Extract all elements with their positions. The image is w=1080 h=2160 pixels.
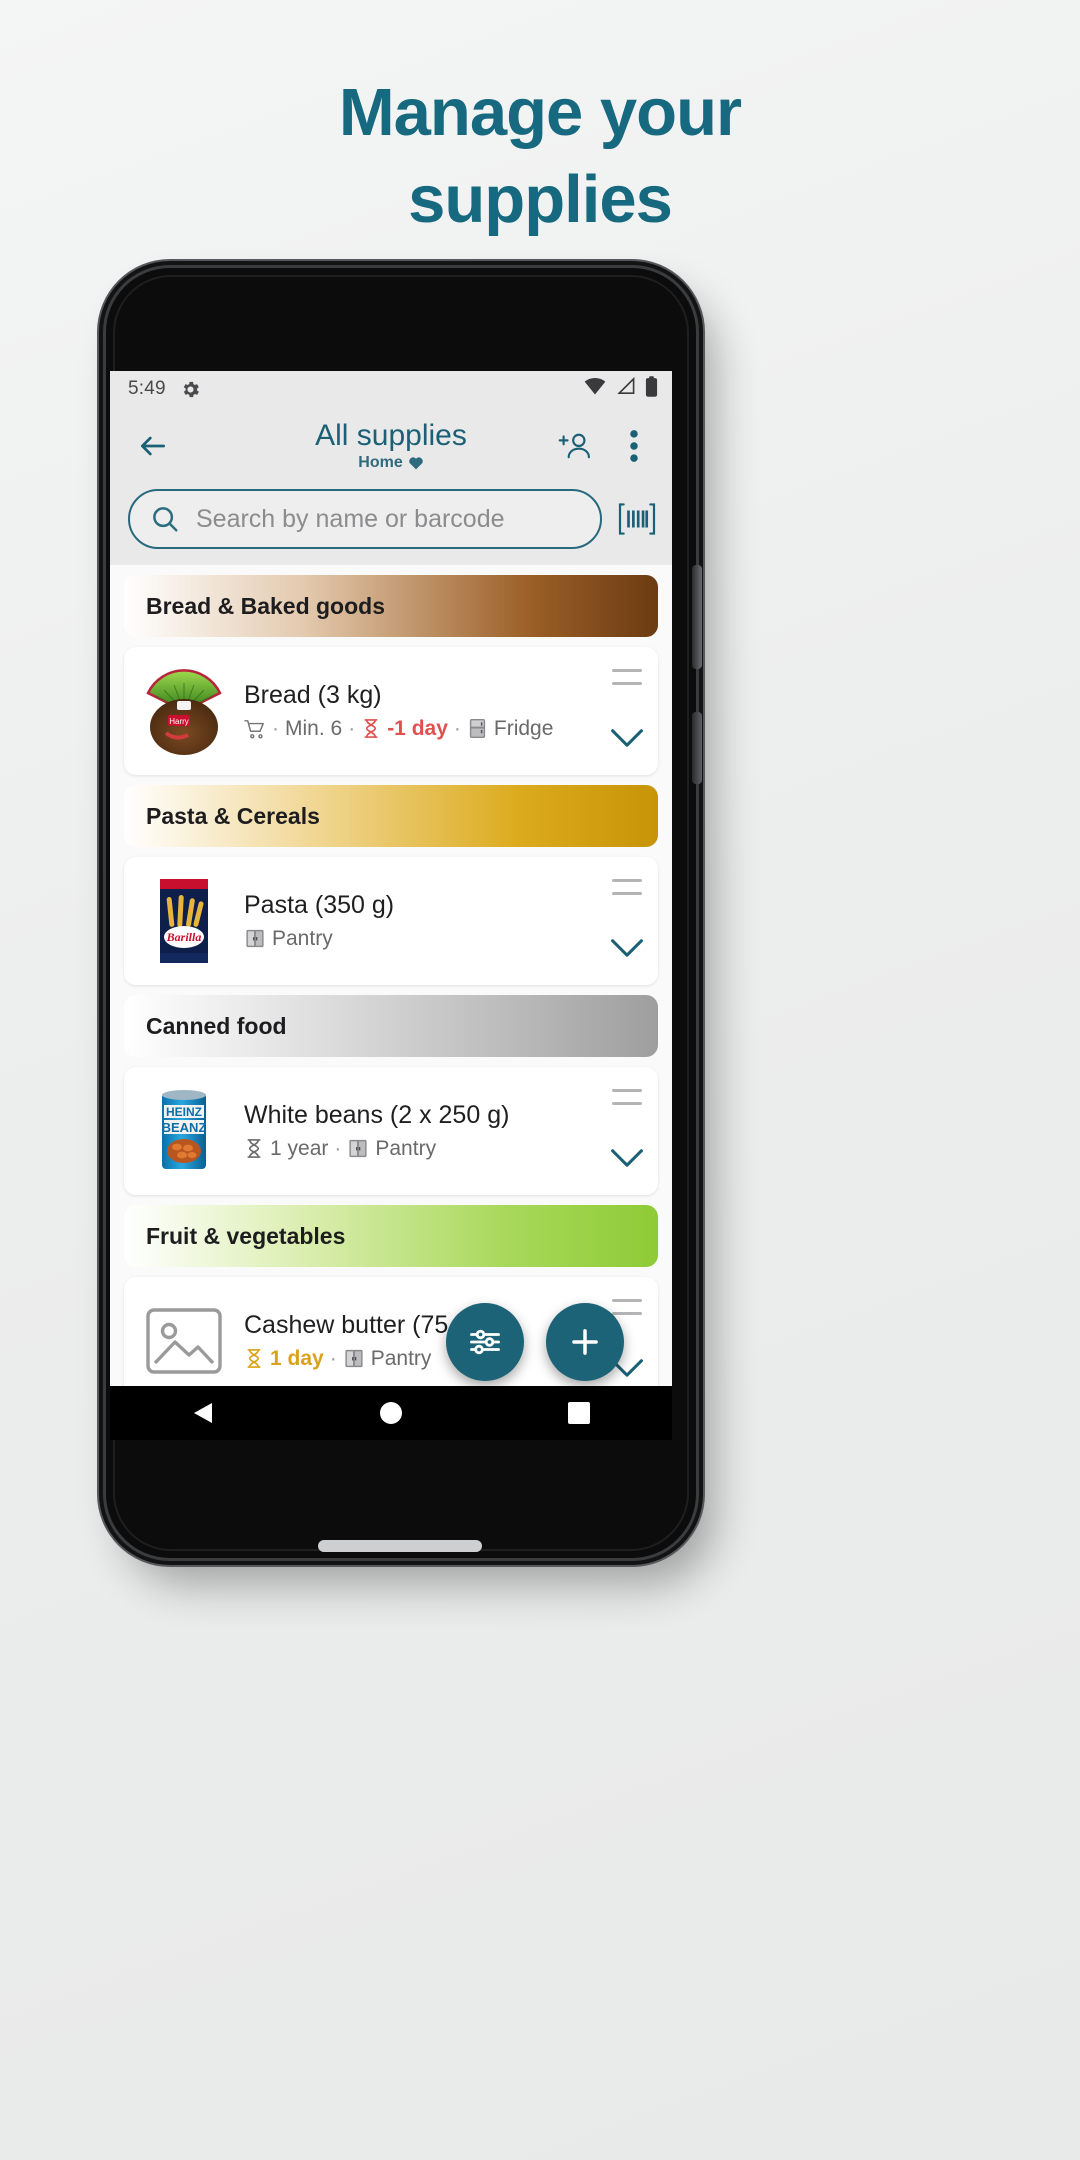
status-icons [584, 375, 658, 403]
item-info: Bread (3 kg) · Min. 6 · -1 day · Fridge [244, 681, 604, 741]
add-person-icon[interactable] [554, 424, 598, 468]
svg-text:Barilla: Barilla [166, 930, 202, 944]
item-min-stock: Min. 6 [285, 716, 343, 740]
filter-fab[interactable] [446, 1303, 524, 1381]
svg-text:HEINZ: HEINZ [166, 1105, 202, 1119]
item-due: -1 day [387, 716, 448, 740]
status-time: 5:49 [128, 378, 166, 399]
back-button[interactable] [130, 423, 176, 469]
android-nav-bar [110, 1386, 672, 1440]
gear-icon [180, 379, 201, 400]
pantry-icon [246, 930, 264, 948]
phone-bottom-edge [318, 1540, 482, 1552]
item-location: Pantry [370, 1346, 432, 1370]
drag-handle-icon[interactable] [612, 669, 642, 685]
promo-line-2: supplies [408, 162, 673, 238]
item-name: Bread (3 kg) [244, 681, 382, 710]
item-thumbnail-pasta: Barilla [138, 875, 230, 967]
status-bar: 5:49 [110, 371, 672, 407]
supplies-list: Bread & Baked goods Harry Bread (3 kg) ·… [110, 575, 672, 1405]
power-button[interactable] [692, 565, 702, 669]
page-subtitle-text: Home [358, 453, 403, 471]
category-header-fruit[interactable]: Fruit & vegetables [124, 1205, 658, 1267]
item-controls [610, 669, 644, 753]
add-fab[interactable] [546, 1303, 624, 1381]
app-bar: All supplies Home [110, 407, 672, 485]
overflow-menu-icon[interactable] [612, 424, 656, 468]
volume-button[interactable] [692, 712, 702, 784]
fridge-icon [469, 719, 486, 739]
image-placeholder-icon [146, 1308, 222, 1374]
hourglass-icon [364, 719, 378, 739]
search-input[interactable]: Search by name or barcode [128, 489, 602, 549]
item-meta: 1 year · Pantry [244, 1137, 604, 1161]
item-name: Pasta (350 g) [244, 891, 395, 920]
drag-handle-icon[interactable] [612, 1089, 642, 1105]
shopping-cart-icon [244, 719, 264, 739]
square-recents-icon[interactable] [567, 1402, 590, 1424]
search-placeholder: Search by name or barcode [196, 504, 505, 533]
app-bar-actions [554, 424, 656, 468]
drag-handle-icon[interactable] [612, 879, 642, 895]
barcode-icon[interactable] [616, 498, 658, 540]
phone-screen: 5:49 All supplies Home Search by name or… [110, 371, 672, 1440]
promo-heading: Manage your supplies [0, 75, 1080, 238]
heart-icon [408, 457, 423, 470]
item-name: White beans (2 x 250 g) [244, 1101, 510, 1130]
sliders-icon [470, 1329, 500, 1355]
circle-home-icon[interactable] [379, 1401, 403, 1425]
hourglass-icon [247, 1349, 261, 1369]
svg-text:Harry: Harry [169, 717, 189, 726]
item-location: Fridge [493, 716, 554, 740]
search-bar: Search by name or barcode [110, 485, 672, 565]
item-meta: · Min. 6 · -1 day · Fridge [244, 717, 604, 741]
signal-icon [615, 376, 636, 401]
item-location: Pantry [272, 926, 333, 950]
chevron-down-icon[interactable] [610, 728, 644, 753]
item-location: Pantry [375, 1136, 437, 1160]
chevron-down-icon[interactable] [610, 938, 644, 963]
triangle-back-icon[interactable] [192, 1401, 214, 1425]
category-header-pasta[interactable]: Pasta & Cereals [124, 785, 658, 847]
hourglass-icon [247, 1139, 261, 1159]
battery-icon [645, 375, 658, 403]
item-due: 1 day [270, 1346, 324, 1370]
promo-line-1: Manage your [338, 75, 742, 150]
item-thumbnail-placeholder [138, 1295, 230, 1387]
item-controls [610, 1089, 644, 1173]
search-icon [153, 507, 178, 532]
item-meta: Pantry [244, 927, 604, 951]
list-item[interactable]: HEINZ BEANZ White beans (2 x 250 g) 1 ye… [124, 1067, 658, 1195]
item-info: Pasta (350 g) Pantry [244, 891, 604, 951]
category-header-canned[interactable]: Canned food [124, 995, 658, 1057]
item-thumbnail-bread: Harry [138, 665, 230, 757]
wifi-icon [584, 377, 606, 401]
list-item[interactable]: Barilla Pasta (350 g) Pantry [124, 857, 658, 985]
plus-icon [572, 1329, 598, 1355]
item-controls [610, 879, 644, 963]
list-item[interactable]: Harry Bread (3 kg) · Min. 6 · -1 day · F… [124, 647, 658, 775]
svg-text:BEANZ: BEANZ [162, 1120, 207, 1135]
chevron-down-icon[interactable] [610, 1148, 644, 1173]
item-thumbnail-beans: HEINZ BEANZ [138, 1085, 230, 1177]
item-info: White beans (2 x 250 g) 1 year · Pantry [244, 1101, 604, 1161]
item-expiry: 1 year [270, 1136, 329, 1160]
pantry-icon [349, 1140, 367, 1158]
pantry-icon [345, 1350, 363, 1368]
drag-handle-icon[interactable] [612, 1299, 642, 1315]
category-header-bread[interactable]: Bread & Baked goods [124, 575, 658, 637]
